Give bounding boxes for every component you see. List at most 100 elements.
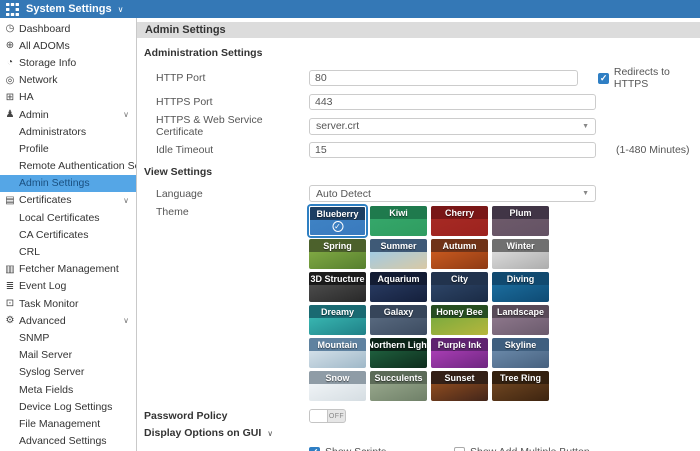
https-certificate-select[interactable]: server.crt ▼: [309, 117, 596, 135]
theme-tile-northern-light[interactable]: Northern Light: [370, 338, 427, 368]
sidebar-item-meta-fields[interactable]: Meta Fields: [0, 381, 136, 398]
page-title: Admin Settings: [145, 24, 226, 36]
sidebar-item-label: Advanced Settings: [19, 435, 107, 448]
theme-preview: [431, 318, 488, 335]
sidebar-item-profile[interactable]: Profile: [0, 140, 136, 157]
chevron-down-icon: ∨: [123, 316, 129, 326]
sidebar-item-label: Syslog Server: [19, 366, 85, 379]
theme-tile-autumn[interactable]: Autumn: [431, 239, 488, 269]
theme-tile-3d-structure[interactable]: 3D Structure: [309, 272, 366, 302]
theme-name-label: Tree Ring: [492, 371, 549, 384]
theme-preview: [309, 252, 366, 269]
theme-tile-galaxy[interactable]: Galaxy: [370, 305, 427, 335]
storage-icon: ◔: [6, 57, 14, 69]
language-select[interactable]: Auto Detect ▼: [309, 185, 596, 202]
https-certificate-row: HTTPS & Web Service Certificate server.c…: [144, 114, 700, 138]
sidebar-item-advanced-settings[interactable]: Advanced Settings: [0, 433, 136, 450]
toggle-knob: [310, 410, 328, 422]
event-log-icon: ≣: [5, 280, 15, 292]
sidebar-item-snmp[interactable]: SNMP: [0, 329, 136, 346]
theme-tile-sunset[interactable]: Sunset: [431, 371, 488, 401]
password-policy-toggle[interactable]: OFF: [309, 409, 346, 423]
sidebar-item-admin[interactable]: ♟ Admin ∨: [0, 106, 136, 123]
theme-tile-dreamy[interactable]: Dreamy: [309, 305, 366, 335]
theme-name-label: Sunset: [431, 371, 488, 384]
theme-preview: [309, 318, 366, 335]
theme-tile-tree-ring[interactable]: Tree Ring: [492, 371, 549, 401]
https-port-row: HTTPS Port: [144, 94, 700, 110]
sidebar-item-crl[interactable]: CRL: [0, 243, 136, 260]
sidebar-item-all-adoms[interactable]: ⊕ All ADOMs: [0, 37, 136, 54]
theme-tile-spring[interactable]: Spring: [309, 239, 366, 269]
theme-tile-mountain[interactable]: Mountain: [309, 338, 366, 368]
theme-tile-kiwi[interactable]: Kiwi: [370, 206, 427, 236]
sidebar-item-network[interactable]: ◎ Network: [0, 72, 136, 89]
sidebar-item-administrators[interactable]: Administrators: [0, 123, 136, 140]
sidebar-item-label: Fetcher Management: [19, 263, 119, 276]
theme-tile-skyline[interactable]: Skyline: [492, 338, 549, 368]
sidebar-item-device-log-settings[interactable]: Device Log Settings: [0, 398, 136, 415]
theme-preview: [431, 252, 488, 269]
theme-grid: Blueberry ✓ Kiwi Cherry Plum Spring Summer Autu…: [309, 206, 549, 401]
fetcher-icon: ▥: [5, 263, 15, 275]
sidebar-item-certificates[interactable]: ▤ Certificates ∨: [0, 192, 136, 209]
sidebar-item-ca-certificates[interactable]: CA Certificates: [0, 226, 136, 243]
theme-tile-diving[interactable]: Diving: [492, 272, 549, 302]
sidebar-item-label: Mail Server: [19, 349, 73, 362]
theme-tile-summer[interactable]: Summer: [370, 239, 427, 269]
sidebar-item-advanced[interactable]: ⚙ Advanced ∨: [0, 312, 136, 329]
sidebar-item-label: Advanced: [19, 314, 66, 327]
sidebar-item-label: Remote Authentication Server: [19, 160, 136, 173]
theme-tile-aquarium[interactable]: Aquarium: [370, 272, 427, 302]
theme-tile-purple-ink[interactable]: Purple Ink: [431, 338, 488, 368]
theme-name-label: Dreamy: [309, 305, 366, 318]
display-options-label: Display Options on GUI: [144, 427, 262, 439]
theme-preview: [370, 384, 427, 401]
theme-tile-landscape[interactable]: Landscape: [492, 305, 549, 335]
http-port-input[interactable]: [309, 70, 578, 86]
theme-tile-honey-bee[interactable]: Honey Bee: [431, 305, 488, 335]
sidebar-item-label: SNMP: [19, 331, 50, 344]
theme-tile-plum[interactable]: Plum: [492, 206, 549, 236]
language-label: Language: [156, 187, 203, 200]
sidebar-item-event-log[interactable]: ≣ Event Log: [0, 278, 136, 295]
theme-name-label: Winter: [492, 239, 549, 252]
idle-timeout-row: Idle Timeout (1-480 Minutes): [144, 142, 700, 158]
theme-tile-winter[interactable]: Winter: [492, 239, 549, 269]
sidebar-item-local-certificates[interactable]: Local Certificates: [0, 209, 136, 226]
show-add-multiple-checkbox[interactable]: Show Add Multiple Button: [454, 446, 590, 451]
sidebar-item-label: CRL: [19, 246, 41, 259]
redirects-to-https-checkbox[interactable]: Redirects to HTTPS: [597, 66, 700, 90]
section-display-options[interactable]: Display Options on GUI ∨: [144, 427, 700, 439]
theme-tile-snow[interactable]: Snow: [309, 371, 366, 401]
sidebar-item-syslog-server[interactable]: Syslog Server: [0, 364, 136, 381]
sidebar: ◷ Dashboard ⊕ All ADOMs ◔ Storage Info ◎ Networ…: [0, 18, 137, 451]
display-options-checkboxes: Show Scripts Show Add Multiple Button Sh…: [309, 446, 700, 451]
chevron-down-icon: ▼: [582, 122, 589, 130]
sidebar-item-file-management[interactable]: File Management: [0, 415, 136, 432]
theme-preview: [370, 318, 427, 335]
theme-name-label: Summer: [370, 239, 427, 252]
system-settings-menu[interactable]: System Settings ∨: [26, 3, 123, 15]
http-port-row: HTTP Port Redirects to HTTPS: [144, 66, 700, 90]
theme-tile-blueberry[interactable]: Blueberry ✓: [309, 206, 366, 236]
chevron-down-icon: ∨: [123, 110, 129, 120]
sidebar-item-mail-server[interactable]: Mail Server: [0, 347, 136, 364]
sidebar-item-task-monitor[interactable]: ⊡ Task Monitor: [0, 295, 136, 312]
show-scripts-checkbox[interactable]: Show Scripts: [309, 446, 454, 451]
theme-tile-cherry[interactable]: Cherry: [431, 206, 488, 236]
theme-name-label: Snow: [309, 371, 366, 384]
theme-name-label: Cherry: [431, 206, 488, 219]
https-port-input[interactable]: [309, 94, 596, 110]
theme-name-label: Mountain: [309, 338, 366, 351]
theme-tile-succulents[interactable]: Succulents: [370, 371, 427, 401]
idle-timeout-input[interactable]: [309, 142, 596, 158]
sidebar-item-storage-info[interactable]: ◔ Storage Info: [0, 54, 136, 71]
theme-tile-city[interactable]: City: [431, 272, 488, 302]
sidebar-item-remote-authentication-server[interactable]: Remote Authentication Server: [0, 158, 136, 175]
theme-preview: [492, 318, 549, 335]
sidebar-item-dashboard[interactable]: ◷ Dashboard: [0, 20, 136, 37]
sidebar-item-admin-settings[interactable]: Admin Settings: [0, 174, 136, 192]
sidebar-item-fetcher-management[interactable]: ▥ Fetcher Management: [0, 261, 136, 278]
sidebar-item-ha[interactable]: ⊞ HA: [0, 89, 136, 106]
